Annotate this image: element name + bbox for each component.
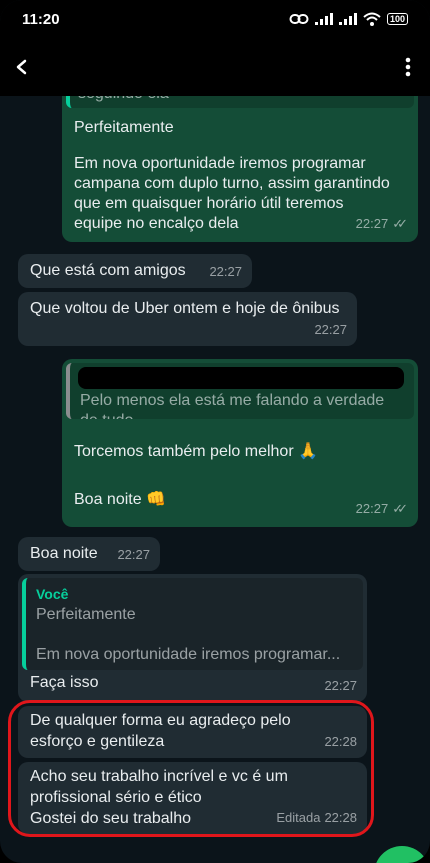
quoted-message[interactable]: seguindo ela: [66, 96, 414, 108]
incoming-message[interactable]: Boa noite 22:27: [18, 537, 160, 571]
message-time: 22:27: [117, 547, 150, 562]
message-meta: 22:27: [209, 262, 242, 282]
back-button[interactable]: [10, 55, 34, 79]
read-receipt-icon: ✓✓: [392, 501, 408, 516]
more-vertical-icon: [405, 57, 411, 77]
message-meta: 22:27 ✓✓: [356, 499, 408, 519]
message-text: Que está com amigos: [30, 262, 186, 279]
message-text: Boa noite 👊: [74, 491, 166, 508]
read-receipt-icon: ✓✓: [392, 216, 408, 231]
message-meta: 22:27: [324, 676, 357, 696]
signal-icon-2: [338, 13, 357, 25]
message-time: 22:27: [324, 678, 357, 693]
menu-button[interactable]: [396, 53, 420, 81]
quote-text-overflow-spacer: [62, 419, 418, 439]
wifi-icon: [363, 12, 381, 26]
message-text: Torcemos também pelo melhor 🙏: [74, 443, 319, 460]
quote-text: Perfeitamente: [36, 606, 136, 623]
message-text: Boa noite: [30, 545, 98, 562]
quote-author-redacted: [78, 367, 404, 389]
message-meta: 22:27 ✓✓: [356, 214, 408, 234]
arrow-left-icon: [16, 59, 27, 75]
incoming-message[interactable]: Que está com amigos 22:27: [18, 254, 252, 288]
outgoing-message[interactable]: seguindo ela Perfeitamente Em nova oport…: [62, 96, 418, 242]
message-text: Faça isso: [30, 674, 99, 691]
message-list[interactable]: seguindo ela Perfeitamente Em nova oport…: [0, 96, 430, 863]
quote-author: Você: [36, 586, 69, 602]
status-time: 11:20: [22, 10, 60, 28]
quoted-message[interactable]: Pelo menos ela está me falando a verdade…: [66, 363, 414, 419]
message-meta: 22:27: [314, 320, 347, 340]
message-meta: 22:27: [117, 545, 150, 565]
outgoing-message[interactable]: Pelo menos ela está me falando a verdade…: [62, 359, 418, 527]
quote-text: Pelo menos ela está me falando a verdade…: [80, 392, 385, 419]
link-icon: [289, 14, 309, 24]
phone-screen: 11:20 100 Perfeitamente Em nova oportuni…: [0, 0, 430, 863]
battery-icon: 100: [386, 13, 408, 25]
quote-text: seguindo ela: [78, 96, 169, 104]
status-bar: 11:20 100: [0, 0, 430, 38]
chat-header: [0, 38, 430, 96]
message-time: 22:27: [355, 216, 389, 231]
incoming-message[interactable]: Que voltou de Uber ontem e hoje de ônibu…: [18, 292, 357, 346]
highlight-annotation: [8, 700, 374, 837]
message-time: 22:27: [355, 501, 389, 516]
incoming-message[interactable]: Você Perfeitamente Em nova oportunidade …: [18, 574, 367, 702]
status-icons: 100: [289, 12, 408, 26]
signal-icon: [314, 13, 333, 25]
message-text: Em nova oportunidade iremos programar ca…: [74, 155, 390, 232]
message-time: 22:27: [209, 264, 242, 279]
quote-text: Em nova oportunidade iremos programar...: [36, 646, 341, 663]
message-text: Que voltou de Uber ontem e hoje de ônibu…: [30, 300, 340, 317]
message-time: 22:27: [314, 322, 347, 337]
quoted-message[interactable]: Você Perfeitamente Em nova oportunidade …: [22, 578, 363, 670]
message-text: Perfeitamente: [74, 119, 174, 136]
